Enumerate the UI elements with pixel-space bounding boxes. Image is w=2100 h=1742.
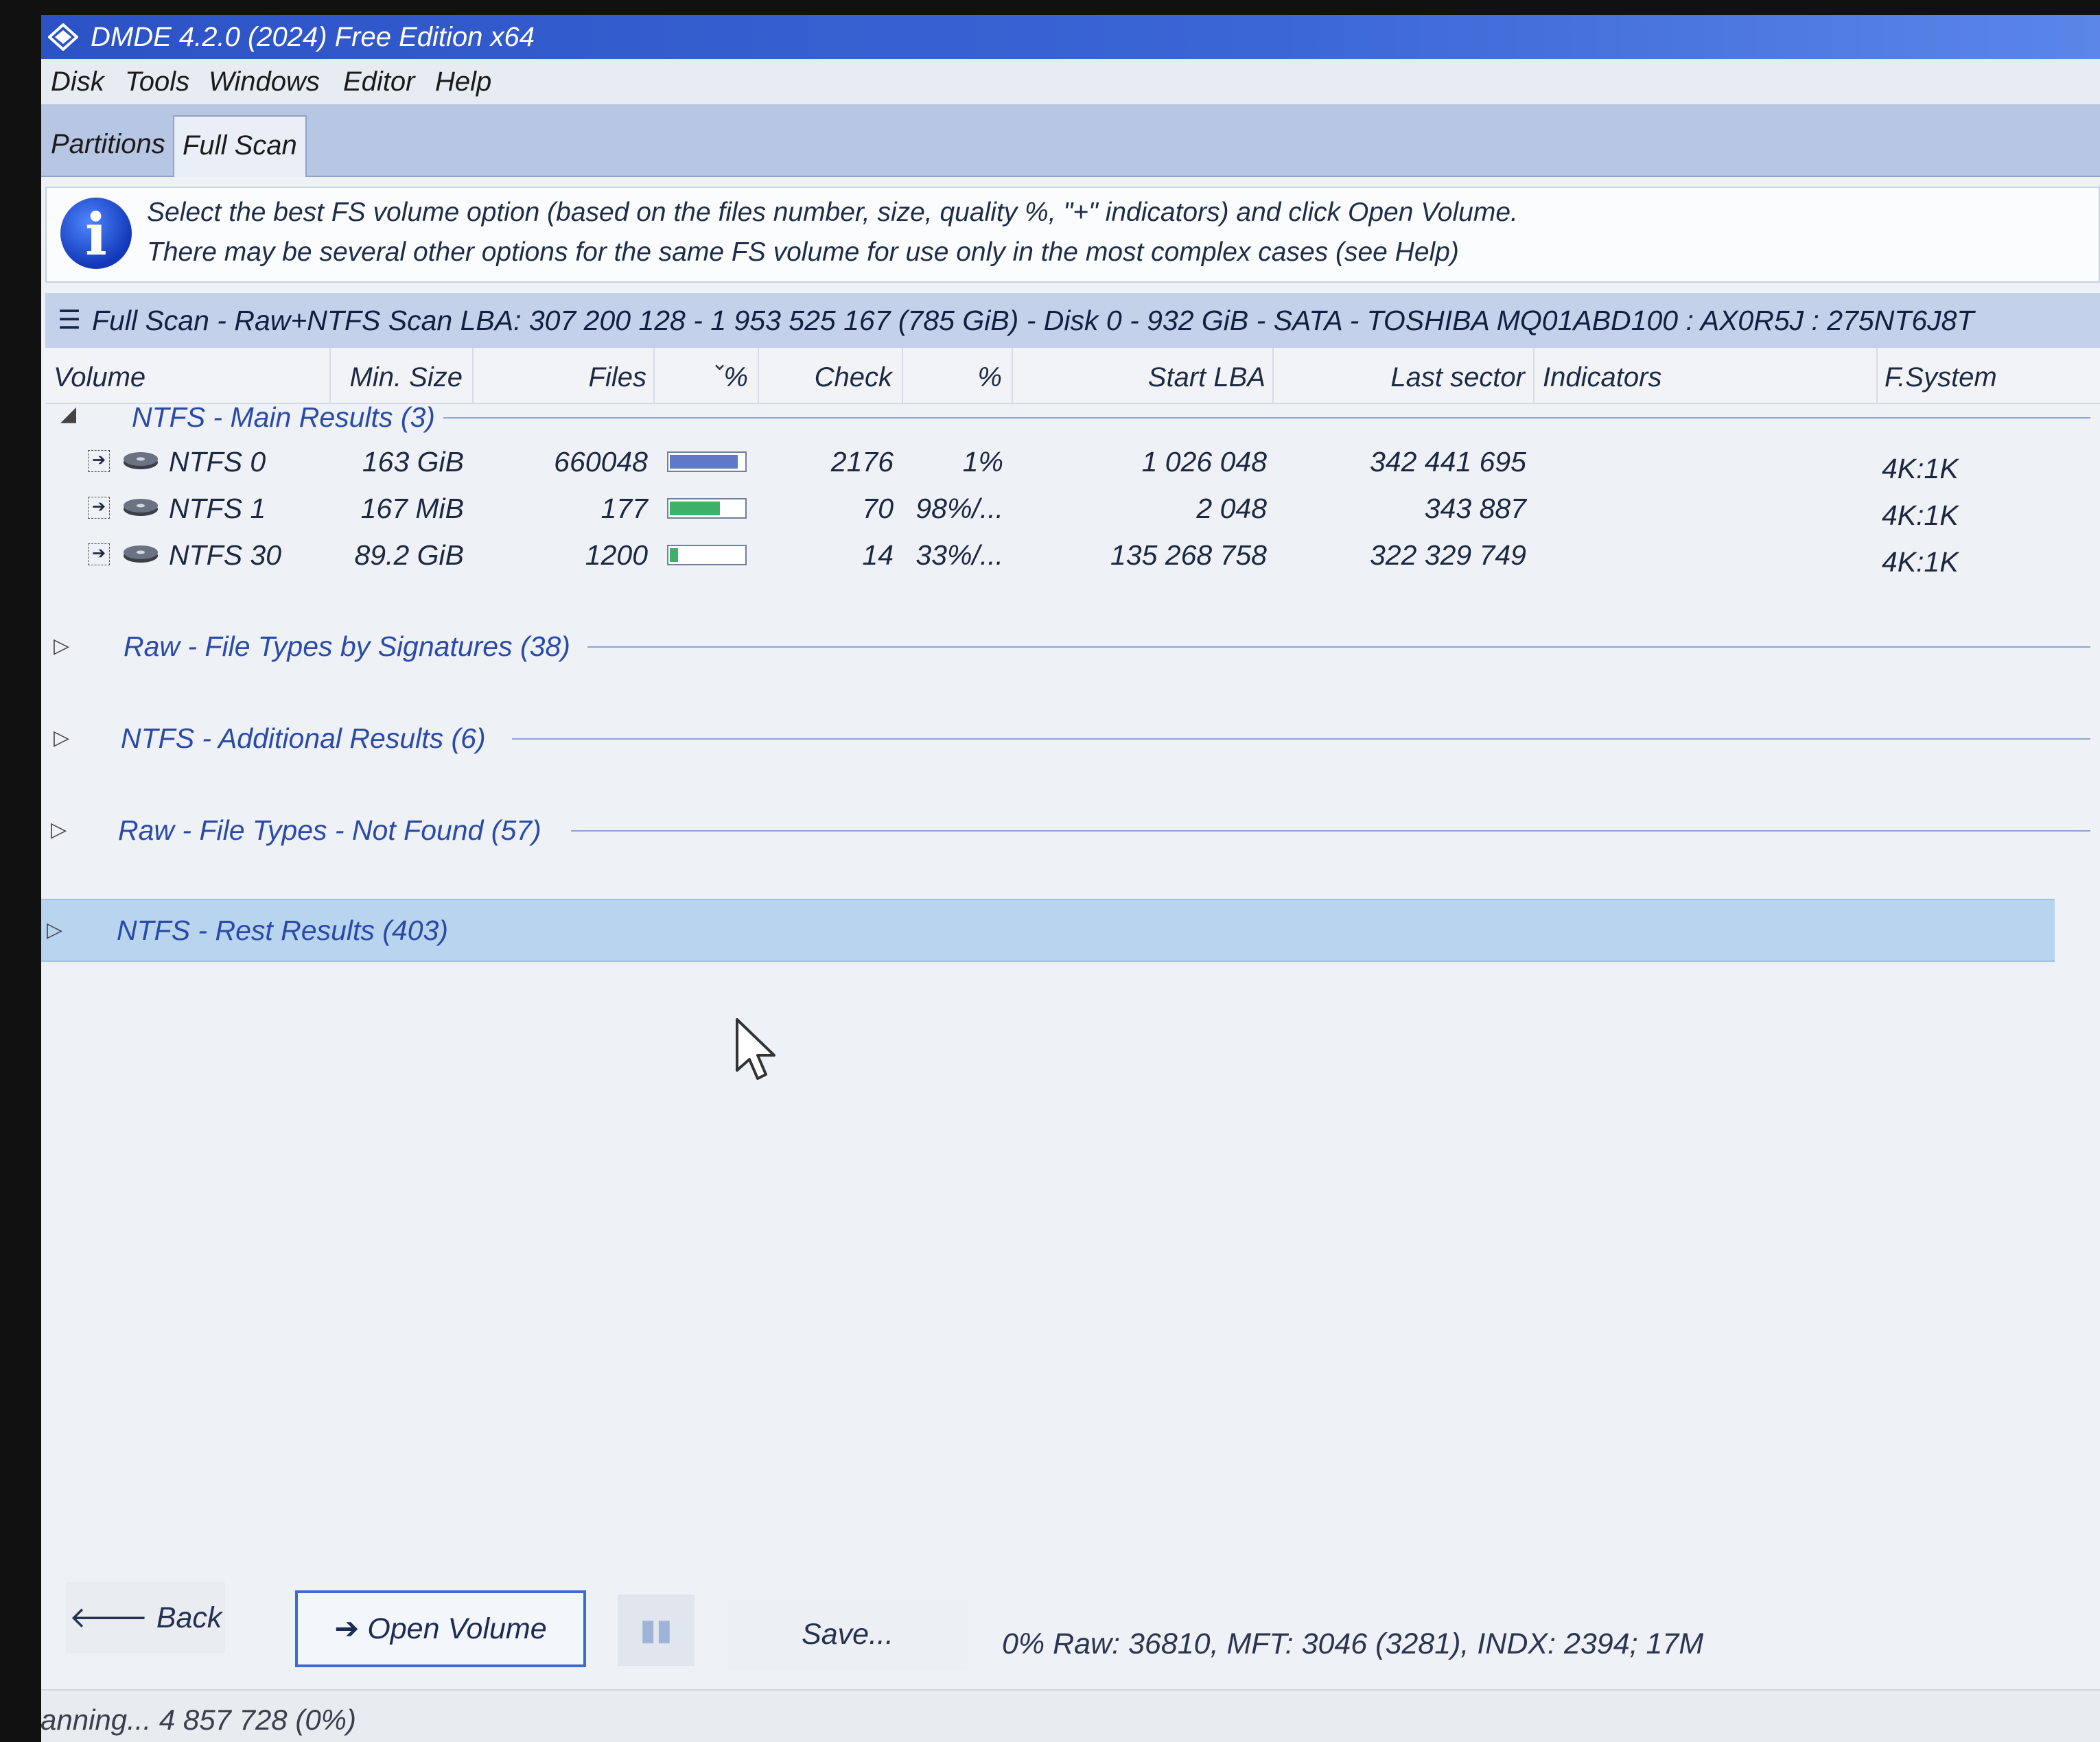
window-title: DMDE 4.2.0 (2024) Free Edition x64 bbox=[91, 22, 535, 52]
expand-triangle-icon[interactable]: ▷ bbox=[47, 900, 62, 961]
volume-start-lba: 1 026 048 bbox=[1141, 446, 1267, 478]
volume-min-size: 163 GiB bbox=[362, 446, 464, 478]
files-quality-fill bbox=[670, 548, 678, 562]
volume-row[interactable]: ➔ NTFS 0 163 GiB 660048 2176 1% 1 026 04… bbox=[45, 439, 2100, 484]
back-button[interactable]: 🡐 Back bbox=[66, 1582, 225, 1653]
disk-icon bbox=[124, 545, 158, 563]
back-button-label: Back bbox=[156, 1601, 222, 1634]
volume-row[interactable]: ➔ NTFS 1 167 MiB 177 70 98%/... 2 048 34… bbox=[45, 486, 2100, 531]
tab-full-scan[interactable]: Full Scan bbox=[173, 115, 307, 177]
volume-files: 660048 bbox=[554, 446, 648, 478]
group-label: Raw - File Types by Signatures (38) bbox=[124, 631, 570, 662]
volume-min-size: 89.2 GiB bbox=[354, 539, 464, 571]
volume-files: 177 bbox=[600, 493, 648, 524]
scan-header: ☰ Full Scan - Raw+NTFS Scan LBA: 307 200… bbox=[45, 293, 2100, 349]
mouse-cursor bbox=[736, 1018, 775, 1080]
volume-start-lba: 135 268 758 bbox=[1110, 539, 1267, 571]
expand-triangle-icon[interactable]: ▷ bbox=[54, 619, 69, 674]
group-ntfs-rest-results[interactable]: ▷ NTFS - Rest Results (403) bbox=[41, 899, 2055, 962]
pause-button[interactable]: ▮▮ bbox=[618, 1594, 695, 1666]
group-divider bbox=[587, 646, 2090, 648]
scan-header-text: Full Scan - Raw+NTFS Scan LBA: 307 200 1… bbox=[92, 305, 1974, 336]
volume-fsystem: 4K:1K bbox=[1882, 499, 1959, 531]
volume-check-pct: 98%/... bbox=[915, 493, 1003, 524]
open-volume-button-label: Open Volume bbox=[367, 1612, 547, 1645]
status-text: Scanning... 4 857 728 (0%) bbox=[41, 1704, 357, 1736]
info-line-1: Select the best FS volume option (based … bbox=[147, 198, 1518, 227]
volume-check-pct: 33%/... bbox=[915, 539, 1003, 571]
volume-check: 14 bbox=[862, 539, 894, 571]
dmde-icon bbox=[48, 23, 78, 51]
volume-row[interactable]: ➔ NTFS 30 89.2 GiB 1200 14 33%/... 135 2… bbox=[45, 532, 2100, 578]
files-quality-bar bbox=[667, 545, 747, 565]
volume-min-size: 167 MiB bbox=[360, 493, 464, 524]
group-label: NTFS - Main Results (3) bbox=[132, 401, 435, 433]
save-button[interactable]: Save... bbox=[727, 1599, 968, 1670]
title-bar: DMDE 4.2.0 (2024) Free Edition x64 bbox=[41, 15, 2100, 59]
status-bar: Scanning... 4 857 728 (0%) bbox=[41, 1689, 2100, 1742]
volume-check-pct: 1% bbox=[962, 446, 1003, 478]
disk-icon bbox=[124, 499, 158, 516]
disk-icon bbox=[124, 452, 158, 469]
volume-name: NTFS 1 bbox=[169, 493, 266, 524]
hamburger-menu-icon[interactable]: ☰ bbox=[58, 293, 81, 348]
group-label: NTFS - Additional Results (6) bbox=[121, 722, 486, 754]
menu-bar: Disk Tools Windows Editor Help bbox=[41, 59, 2100, 104]
group-label: NTFS - Rest Results (403) bbox=[117, 915, 448, 946]
files-quality-bar bbox=[667, 451, 747, 472]
open-volume-button[interactable]: ➔ Open Volume bbox=[295, 1590, 586, 1667]
action-bar: 🡐 Back ➔ Open Volume ▮▮ Save... 0% Raw: … bbox=[41, 1571, 2100, 1681]
menu-disk[interactable]: Disk bbox=[51, 59, 104, 104]
group-divider bbox=[443, 417, 2090, 419]
group-ntfs-main-results[interactable]: ◢ NTFS - Main Results (3) bbox=[45, 390, 2100, 445]
group-label: Raw - File Types - Not Found (57) bbox=[118, 814, 541, 846]
arrow-right-icon[interactable]: ➔ bbox=[88, 450, 110, 472]
pause-icon: ▮▮ bbox=[640, 1614, 673, 1647]
volume-last-sector: 322 329 749 bbox=[1369, 539, 1526, 571]
app-window: DMDE 4.2.0 (2024) Free Edition x64 Disk … bbox=[41, 15, 2100, 1742]
sort-descending-icon: ⌄ bbox=[711, 352, 729, 375]
group-raw-file-types-signatures[interactable]: ▷ Raw - File Types by Signatures (38) bbox=[45, 619, 2100, 674]
volume-files: 1200 bbox=[585, 539, 648, 571]
files-quality-fill bbox=[670, 455, 738, 469]
group-raw-file-types-not-found[interactable]: ▷ Raw - File Types - Not Found (57) bbox=[45, 803, 2100, 858]
volume-last-sector: 342 441 695 bbox=[1369, 446, 1526, 478]
group-divider bbox=[512, 738, 2090, 740]
tab-bar: Partitions Full Scan bbox=[41, 104, 2100, 177]
volume-name: NTFS 30 bbox=[169, 539, 282, 571]
volume-name: NTFS 0 bbox=[169, 446, 266, 478]
expand-triangle-icon[interactable]: ▷ bbox=[54, 711, 69, 766]
menu-tools[interactable]: Tools bbox=[125, 59, 189, 104]
volume-fsystem: 4K:1K bbox=[1882, 546, 1959, 578]
menu-editor[interactable]: Editor bbox=[343, 59, 415, 104]
tab-partitions[interactable]: Partitions bbox=[43, 115, 174, 176]
info-icon: i bbox=[60, 198, 132, 269]
expand-triangle-icon[interactable]: ▷ bbox=[51, 803, 67, 858]
info-line-2: There may be several other options for t… bbox=[147, 237, 1459, 267]
collapse-triangle-icon[interactable]: ◢ bbox=[60, 387, 76, 442]
volume-check: 2176 bbox=[830, 446, 894, 478]
arrow-left-icon: 🡐 bbox=[69, 1601, 148, 1634]
volume-fsystem: 4K:1K bbox=[1882, 453, 1959, 484]
group-divider bbox=[571, 830, 2090, 832]
group-ntfs-additional-results[interactable]: ▷ NTFS - Additional Results (6) bbox=[45, 711, 2100, 766]
volume-start-lba: 2 048 bbox=[1196, 493, 1267, 524]
files-quality-bar bbox=[667, 498, 747, 519]
volume-check: 70 bbox=[862, 493, 894, 524]
info-panel: i Select the best FS volume option (base… bbox=[45, 187, 2100, 283]
arrow-right-icon[interactable]: ➔ bbox=[88, 497, 110, 519]
scan-progress-text: 0% Raw: 36810, MFT: 3046 (3281), INDX: 2… bbox=[1002, 1627, 1704, 1660]
arrow-right-icon[interactable]: ➔ bbox=[88, 543, 110, 565]
files-quality-fill bbox=[670, 502, 720, 515]
arrow-right-icon: ➔ bbox=[334, 1612, 360, 1645]
menu-windows[interactable]: Windows bbox=[209, 59, 320, 104]
menu-help[interactable]: Help bbox=[435, 59, 491, 104]
volume-last-sector: 343 887 bbox=[1424, 493, 1526, 524]
